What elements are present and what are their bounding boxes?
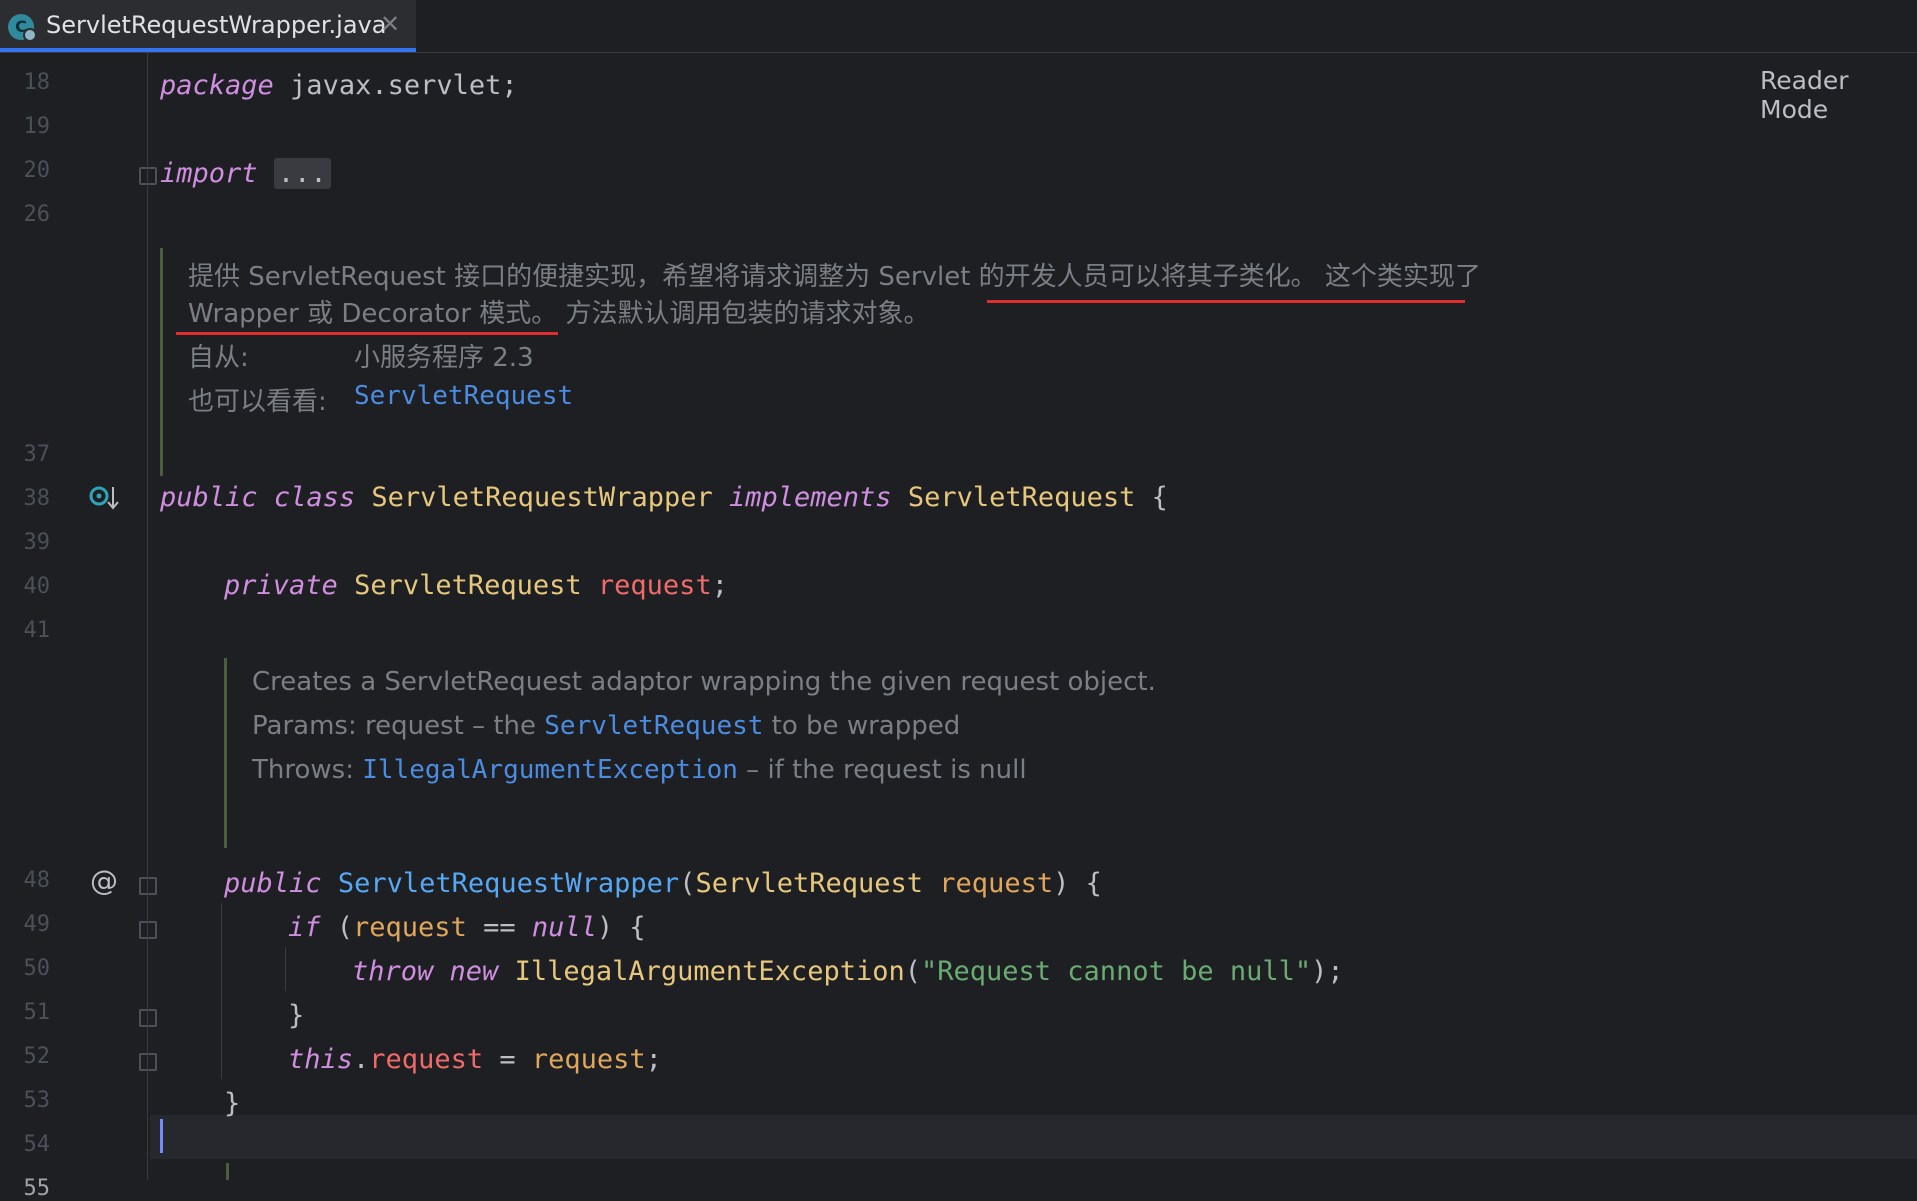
line-number: 37 — [23, 442, 51, 467]
line-number: 54 — [23, 1132, 51, 1157]
code-editor[interactable]: 18 19 20 26 37 38 39 40 41 48 49 50 51 5… — [0, 53, 1917, 1201]
reader-mode-toggle[interactable]: Reader Mode — [1760, 66, 1917, 124]
line-number: 20 — [23, 158, 51, 183]
line-number: 50 — [23, 956, 51, 981]
line-number: 39 — [23, 530, 51, 555]
code-line-40: private ServletRequest request; — [224, 570, 728, 601]
code-line-20: import ... — [160, 154, 331, 194]
code-line-51: } — [288, 1000, 305, 1031]
fold-icon[interactable] — [139, 877, 157, 895]
implemented-icon[interactable] — [88, 483, 120, 515]
line-number: 19 — [23, 114, 51, 139]
doc-throws: Throws: IllegalArgumentException – if th… — [252, 755, 1027, 785]
line-number: 40 — [23, 574, 51, 599]
line-number: 38 — [23, 486, 51, 511]
code-line-52: this.request = request; — [288, 1044, 662, 1075]
line-number: 18 — [23, 70, 51, 95]
fold-icon[interactable] — [139, 921, 157, 939]
line-number: 53 — [23, 1088, 51, 1113]
doc-text: Creates a ServletRequest adaptor wrappin… — [252, 667, 1156, 697]
doc-see-link[interactable]: ServletRequest — [354, 381, 573, 411]
active-tab-indicator — [0, 48, 416, 52]
code-line-53: } — [224, 1088, 241, 1119]
line-number: 41 — [23, 618, 51, 643]
doc-text: 提供 ServletRequest 接口的便捷实现，希望将请求调整为 Servl… — [188, 262, 1481, 292]
annotation-underline — [176, 332, 558, 335]
fold-icon[interactable] — [139, 167, 157, 185]
line-number: 51 — [23, 1000, 51, 1025]
doc-text: Wrapper 或 Decorator 模式。 方法默认调用包装的请求对象。 — [188, 299, 930, 329]
editor-tab[interactable]: C ServletRequestWrapper.java ✕ — [0, 0, 416, 52]
gutter[interactable]: 18 19 20 26 37 38 39 40 41 48 49 50 51 5… — [0, 53, 157, 1201]
folded-imports[interactable]: ... — [273, 158, 331, 189]
doc-since-value: 小服务程序 2.3 — [354, 343, 534, 373]
doc-params-link[interactable]: ServletRequest — [544, 711, 763, 741]
indent-guide — [285, 947, 286, 991]
line-number: 49 — [23, 912, 51, 937]
close-icon[interactable]: ✕ — [380, 10, 400, 38]
code-line-18: package javax.servlet; — [160, 70, 518, 101]
line-number: 52 — [23, 1044, 51, 1069]
line-number: 26 — [23, 202, 51, 227]
gutter-divider — [147, 53, 148, 1180]
current-line-highlight — [0, 1115, 1917, 1159]
line-number: 48 — [23, 868, 51, 893]
doc-params: Params: request – the ServletRequest to … — [252, 711, 961, 741]
code-line-50: throw new IllegalArgumentException("Requ… — [352, 956, 1344, 987]
doc-comment-bar — [224, 658, 227, 848]
override-annotation-icon[interactable]: @ — [90, 864, 118, 897]
doc-throws-link[interactable]: IllegalArgumentException — [362, 755, 738, 785]
text-caret — [160, 1119, 163, 1153]
fold-icon[interactable] — [139, 1053, 157, 1071]
tab-title: ServletRequestWrapper.java — [46, 11, 387, 39]
fold-icon[interactable] — [139, 1009, 157, 1027]
java-class-icon: C — [8, 14, 37, 42]
code-line-49: if (request == null) { — [288, 912, 646, 943]
doc-see-label: 也可以看看: — [188, 387, 327, 417]
doc-comment-bar — [160, 248, 163, 476]
doc-comment-bar — [226, 1163, 229, 1180]
indent-guide — [221, 903, 222, 1079]
doc-since-label: 自从: — [188, 343, 249, 373]
code-line-48: public ServletRequestWrapper(ServletRequ… — [224, 868, 1102, 899]
annotation-underline — [987, 300, 1465, 303]
code-line-38: public class ServletRequestWrapper imple… — [160, 482, 1168, 513]
editor-tab-bar: C ServletRequestWrapper.java ✕ — [0, 0, 1917, 53]
